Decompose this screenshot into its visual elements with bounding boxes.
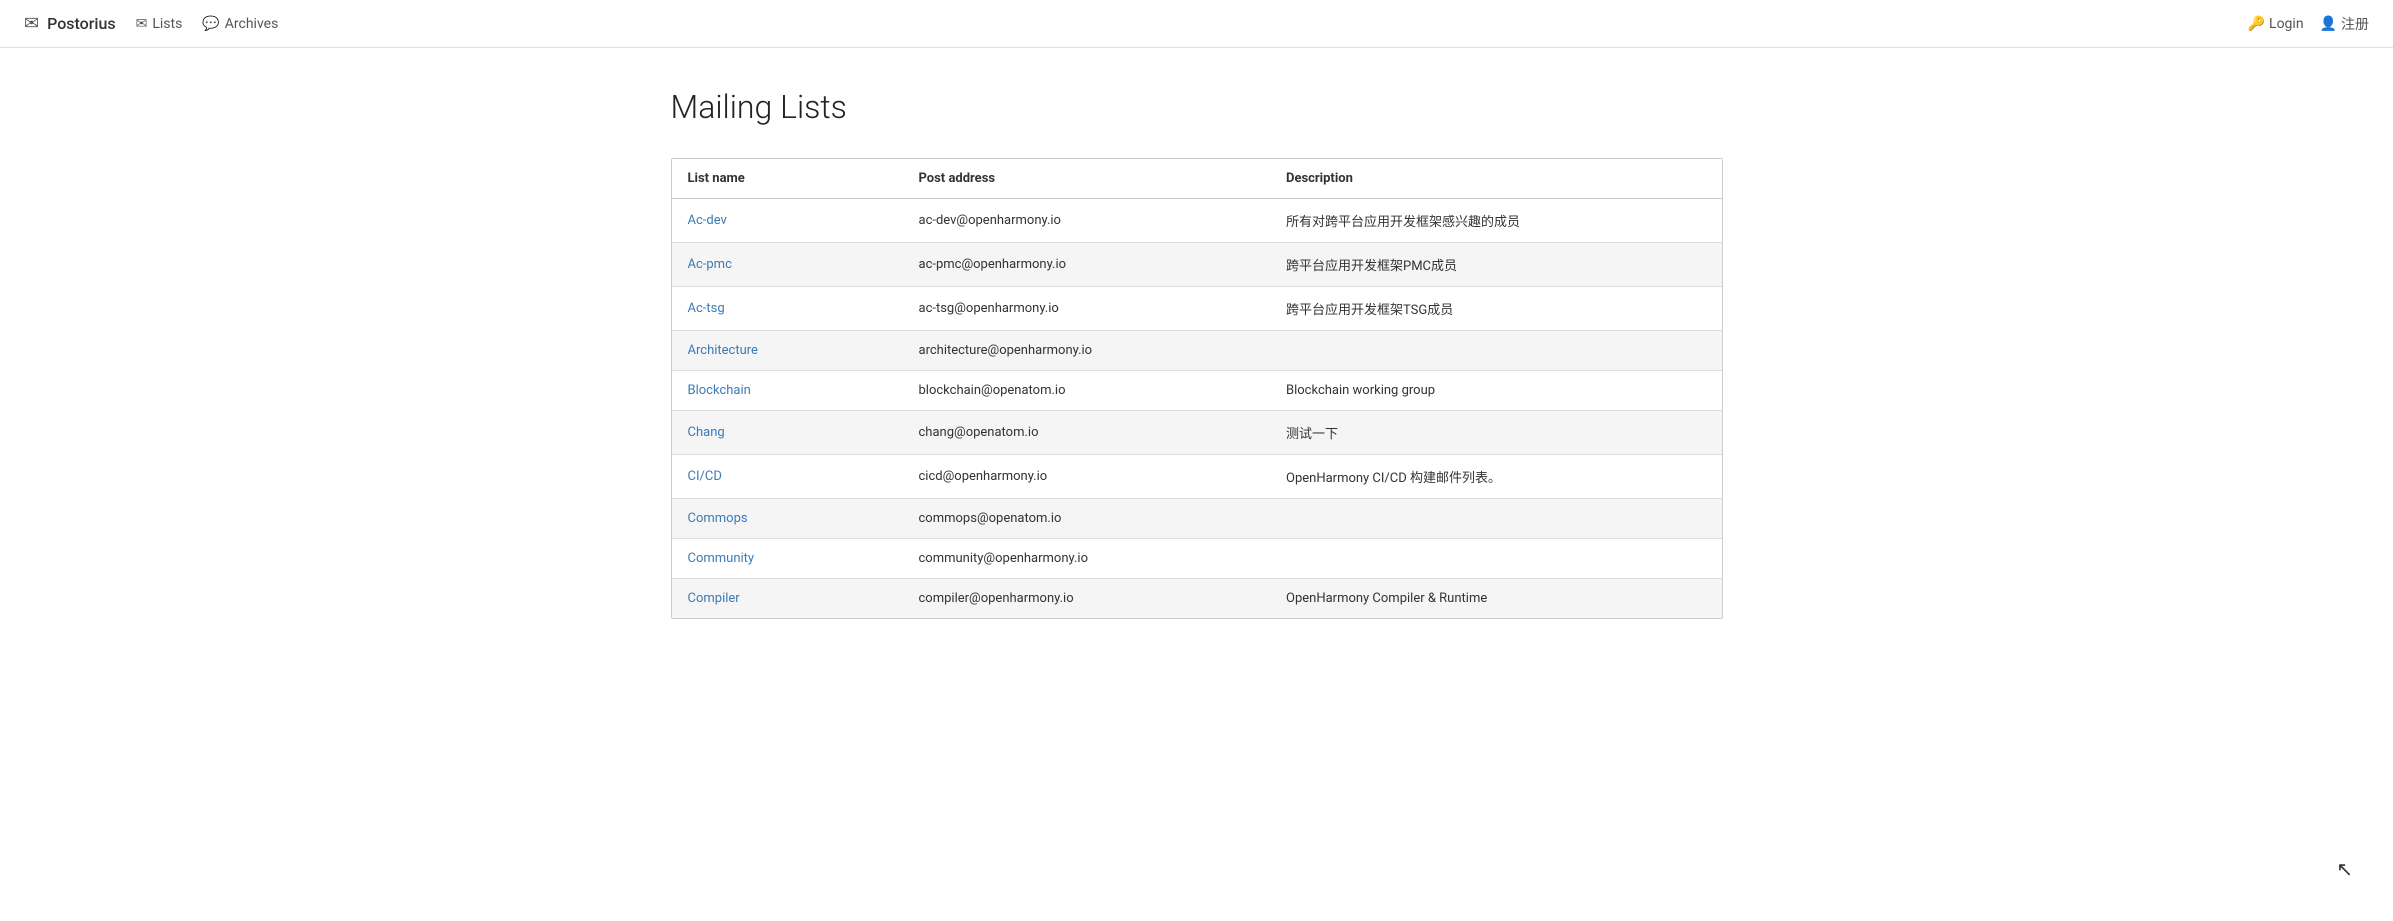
table-cell-description: OpenHarmony CI/CD 构建邮件列表。	[1270, 455, 1722, 499]
table-row: Community community@openharmony.io	[672, 539, 1722, 579]
list-name-link[interactable]: Ac-dev	[688, 213, 727, 228]
nav-archives-label: Archives	[225, 16, 279, 32]
table-cell-list-name: Ac-pmc	[672, 243, 903, 287]
login-label: Login	[2269, 16, 2304, 32]
col-header-list-name: List name	[672, 159, 903, 199]
table-cell-post-address: architecture@openharmony.io	[903, 331, 1271, 371]
brand-link[interactable]: ✉ Postorius	[24, 13, 116, 34]
table-cell-list-name: Commops	[672, 499, 903, 539]
table-cell-post-address: commops@openatom.io	[903, 499, 1271, 539]
table-row: Blockchain blockchain@openatom.ioBlockcha…	[672, 371, 1722, 411]
nav-lists-label: Lists	[152, 16, 182, 32]
col-header-description: Description	[1270, 159, 1722, 199]
login-icon: 🔑	[2248, 16, 2265, 32]
cursor: ↖	[2336, 857, 2353, 881]
table-cell-list-name: Ac-tsg	[672, 287, 903, 331]
table-head: List name Post address Description	[672, 159, 1722, 199]
login-link[interactable]: 🔑 Login	[2248, 16, 2304, 32]
table-row: Compiler compiler@openharmony.ioOpenHarmo…	[672, 579, 1722, 619]
navbar-right: 🔑 Login 👤 注册	[2248, 14, 2369, 34]
table-cell-post-address: compiler@openharmony.io	[903, 579, 1271, 619]
archives-icon: 💬	[202, 16, 219, 32]
table-cell-list-name: Community	[672, 539, 903, 579]
brand-name: Postorius	[47, 14, 116, 33]
register-icon: 👤	[2320, 16, 2337, 32]
table-row: Architecture architecture@openharmony.io	[672, 331, 1722, 371]
table-cell-description	[1270, 539, 1722, 579]
list-name-link[interactable]: Compiler	[688, 591, 740, 606]
table-cell-post-address: ac-dev@openharmony.io	[903, 199, 1271, 243]
table-row: Ac-dev ac-dev@openharmony.io所有对跨平台应用开发框架感…	[672, 199, 1722, 243]
lists-icon: ✉	[136, 16, 148, 32]
table-cell-list-name: CI/CD	[672, 455, 903, 499]
table-cell-description: 跨平台应用开发框架TSG成员	[1270, 287, 1722, 331]
list-name-link[interactable]: Ac-tsg	[688, 301, 725, 316]
table-cell-description: OpenHarmony Compiler & Runtime	[1270, 579, 1722, 619]
col-header-post-address: Post address	[903, 159, 1271, 199]
table-row: Commops commops@openatom.io	[672, 499, 1722, 539]
list-name-link[interactable]: Ac-pmc	[688, 257, 732, 272]
table-cell-description	[1270, 499, 1722, 539]
table-row: CI/CD cicd@openharmony.ioOpenHarmony CI/C…	[672, 455, 1722, 499]
table-cell-description	[1270, 331, 1722, 371]
list-name-link[interactable]: Blockchain	[688, 383, 751, 398]
navbar-left: ✉ Postorius ✉ Lists 💬 Archives	[24, 13, 278, 34]
table-cell-description: Blockchain working group	[1270, 371, 1722, 411]
table-row: Ac-tsg ac-tsg@openharmony.io跨平台应用开发框架TSG成…	[672, 287, 1722, 331]
table-cell-list-name: Ac-dev	[672, 199, 903, 243]
mailing-list-table-wrapper: List name Post address Description Ac-de…	[671, 158, 1723, 619]
table-cell-description: 所有对跨平台应用开发框架感兴趣的成员	[1270, 199, 1722, 243]
navbar: ✉ Postorius ✉ Lists 💬 Archives 🔑 Login 👤…	[0, 0, 2393, 48]
table-cell-post-address: chang@openatom.io	[903, 411, 1271, 455]
table-cell-post-address: ac-tsg@openharmony.io	[903, 287, 1271, 331]
main-content: Mailing Lists List name Post address Des…	[647, 48, 1747, 659]
table-cell-list-name: Compiler	[672, 579, 903, 619]
nav-archives-link[interactable]: 💬 Archives	[202, 16, 278, 32]
nav-lists-link[interactable]: ✉ Lists	[136, 16, 183, 32]
list-name-link[interactable]: Community	[688, 551, 755, 566]
table-header-row: List name Post address Description	[672, 159, 1722, 199]
table-cell-post-address: ac-pmc@openharmony.io	[903, 243, 1271, 287]
table-cell-list-name: Chang	[672, 411, 903, 455]
list-name-link[interactable]: Commops	[688, 511, 748, 526]
table-cell-post-address: community@openharmony.io	[903, 539, 1271, 579]
page-title: Mailing Lists	[671, 88, 1723, 126]
register-link[interactable]: 👤 注册	[2320, 14, 2369, 34]
table-body: Ac-dev ac-dev@openharmony.io所有对跨平台应用开发框架感…	[672, 199, 1722, 619]
table-cell-post-address: cicd@openharmony.io	[903, 455, 1271, 499]
mailing-list-table: List name Post address Description Ac-de…	[672, 159, 1722, 618]
list-name-link[interactable]: CI/CD	[688, 469, 722, 484]
list-name-link[interactable]: Architecture	[688, 343, 758, 358]
table-row: Chang chang@openatom.io测试一下	[672, 411, 1722, 455]
table-row: Ac-pmc ac-pmc@openharmony.io跨平台应用开发框架PMC成…	[672, 243, 1722, 287]
brand-icon: ✉	[24, 13, 39, 34]
table-cell-list-name: Blockchain	[672, 371, 903, 411]
table-cell-description: 测试一下	[1270, 411, 1722, 455]
table-cell-description: 跨平台应用开发框架PMC成员	[1270, 243, 1722, 287]
list-name-link[interactable]: Chang	[688, 425, 725, 440]
table-cell-post-address: blockchain@openatom.io	[903, 371, 1271, 411]
register-label: 注册	[2341, 14, 2369, 34]
table-cell-list-name: Architecture	[672, 331, 903, 371]
